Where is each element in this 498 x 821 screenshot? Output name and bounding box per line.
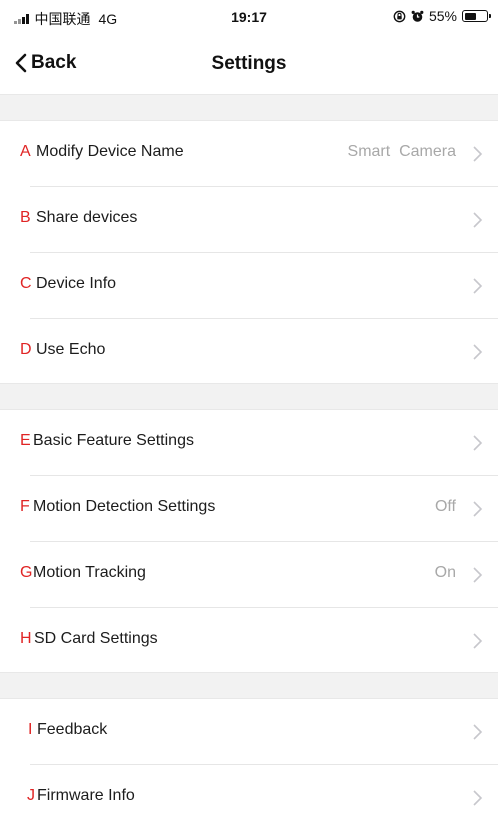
section-separator (0, 94, 498, 121)
row-label: Share devices (36, 209, 138, 226)
row-value: Off (434, 498, 456, 515)
chevron-right-icon (473, 633, 483, 649)
settings-row-basic-feature-settings[interactable]: E Basic Feature Settings (0, 410, 498, 476)
row-label: Feedback (37, 721, 108, 738)
row-label: Firmware Info (37, 787, 135, 804)
row-letter: G (20, 564, 33, 581)
row-label: Motion Detection Settings (33, 498, 216, 515)
settings-row-use-echo[interactable]: D Use Echo (0, 319, 498, 385)
settings-row-device-info[interactable]: C Device Info (0, 253, 498, 319)
row-letter: F (20, 498, 30, 515)
row-label: SD Card Settings (34, 630, 158, 647)
section-separator (0, 383, 498, 410)
chevron-right-icon (473, 567, 483, 583)
chevron-left-icon (15, 53, 27, 73)
row-letter: B (20, 209, 31, 226)
row-letter: J (27, 787, 35, 804)
chevron-right-icon (473, 435, 483, 451)
alarm-clock-icon (411, 10, 424, 22)
chevron-right-icon (473, 724, 483, 740)
row-letter: D (20, 341, 32, 358)
row-letter: E (20, 432, 31, 449)
nav-bar: Back Settings (0, 34, 498, 94)
chevron-right-icon (473, 501, 483, 517)
row-label: Modify Device Name (36, 143, 184, 160)
chevron-right-icon (473, 344, 483, 360)
settings-row-motion-tracking[interactable]: G Motion Tracking On (0, 542, 498, 608)
back-label: Back (31, 52, 77, 73)
settings-row-feedback[interactable]: I Feedback (0, 699, 498, 765)
row-letter: C (20, 275, 32, 292)
chevron-right-icon (473, 212, 483, 228)
row-value: Smart Camera (347, 143, 456, 160)
row-letter: A (20, 143, 31, 160)
row-label: Use Echo (36, 341, 106, 358)
battery-icon (462, 10, 491, 22)
settings-row-sd-card-settings[interactable]: H SD Card Settings (0, 608, 498, 674)
row-label: Device Info (36, 275, 117, 292)
row-label: Basic Feature Settings (33, 432, 194, 449)
orientation-lock-icon (393, 10, 406, 22)
settings-row-firmware-info[interactable]: J Firmware Info (0, 765, 498, 821)
chevron-right-icon (473, 790, 483, 806)
chevron-right-icon (473, 146, 483, 162)
row-value: On (434, 564, 456, 581)
settings-row-modify-device-name[interactable]: A Modify Device Name Smart Camera (0, 121, 498, 187)
row-label: Motion Tracking (33, 564, 146, 581)
section-separator (0, 672, 498, 699)
back-button[interactable]: Back (14, 52, 76, 74)
row-letter: I (28, 721, 33, 738)
battery-percent: 55% (428, 8, 457, 24)
chevron-right-icon (473, 278, 483, 294)
status-right: 55% (393, 8, 491, 24)
settings-row-share-devices[interactable]: B Share devices (0, 187, 498, 253)
settings-row-motion-detection-settings[interactable]: F Motion Detection Settings Off (0, 476, 498, 542)
row-letter: H (20, 630, 32, 647)
status-bar: 中国联通 4G 19:17 55% (0, 0, 498, 34)
